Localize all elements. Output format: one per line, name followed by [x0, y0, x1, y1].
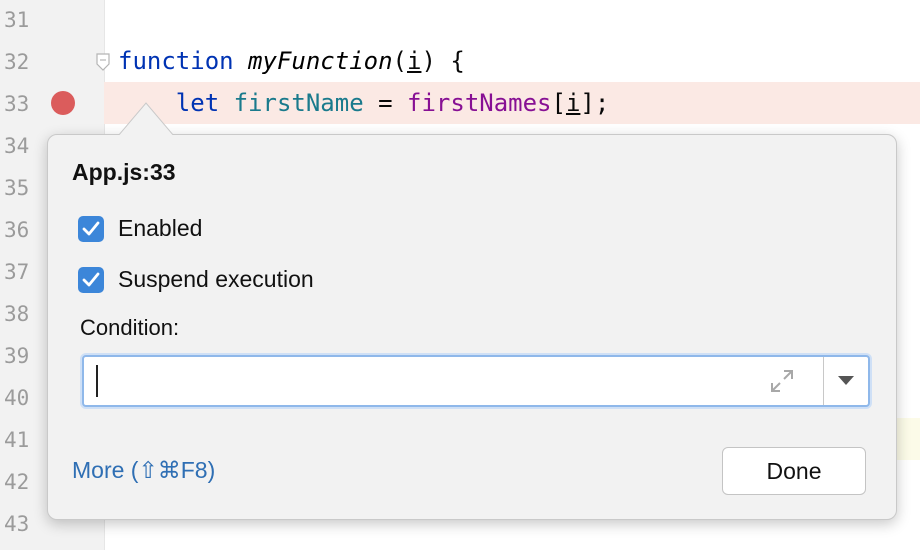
- line-number: 41: [4, 428, 30, 452]
- line-number: 37: [4, 260, 30, 284]
- text-caret: [96, 365, 98, 397]
- code-punct: [: [551, 89, 566, 117]
- popup-pointer: [118, 102, 174, 137]
- line-number: 38: [4, 302, 30, 326]
- line-number: 42: [4, 470, 30, 494]
- done-button[interactable]: Done: [722, 447, 866, 495]
- identifier: firstNames: [407, 89, 552, 117]
- expand-icon[interactable]: [768, 367, 796, 395]
- code-line-32[interactable]: function myFunction(i) {: [118, 47, 465, 75]
- line-number: 43: [4, 512, 30, 536]
- code-punct: =: [363, 89, 408, 117]
- fold-marker-icon[interactable]: [96, 53, 110, 71]
- suspend-checkbox-row[interactable]: Suspend execution: [78, 266, 314, 293]
- enabled-label: Enabled: [118, 215, 203, 241]
- parameter: i: [407, 47, 422, 75]
- more-link[interactable]: More (⇧⌘F8): [72, 457, 215, 484]
- keyword: function: [118, 47, 234, 75]
- checkmark-icon: [82, 221, 100, 235]
- breakpoint-icon[interactable]: [51, 91, 75, 115]
- line-number: 36: [4, 218, 30, 242]
- code-line-33[interactable]: let firstName = firstNames[i];: [118, 89, 610, 117]
- code-punct: ];: [580, 89, 610, 117]
- code-punct: ) {: [421, 47, 465, 75]
- keyword: let: [175, 89, 220, 117]
- suspend-execution-checkbox[interactable]: [78, 266, 104, 293]
- condition-history-dropdown[interactable]: [824, 357, 868, 405]
- enabled-checkbox-row[interactable]: Enabled: [78, 215, 202, 242]
- line-number: 33: [4, 92, 30, 116]
- condition-label: Condition:: [80, 315, 180, 340]
- line-number: 35: [4, 176, 30, 200]
- line-number: 34: [4, 134, 30, 158]
- checkmark-icon: [82, 272, 100, 286]
- line-number: 32: [4, 50, 30, 74]
- chevron-down-icon: [838, 376, 854, 385]
- line-number: 31: [4, 8, 30, 32]
- condition-input[interactable]: [82, 355, 870, 407]
- line-number: 40: [4, 386, 30, 410]
- suspend-execution-label: Suspend execution: [118, 266, 314, 292]
- function-name: myFunction: [248, 47, 393, 75]
- popup-title: App.js:33: [72, 159, 176, 185]
- index-variable: i: [565, 89, 581, 117]
- breakpoint-popup: App.js:33 Enabled Suspend execution Cond…: [47, 102, 897, 520]
- variable: firstName: [233, 89, 364, 117]
- enabled-checkbox[interactable]: [78, 215, 104, 242]
- line-number: 39: [4, 344, 30, 368]
